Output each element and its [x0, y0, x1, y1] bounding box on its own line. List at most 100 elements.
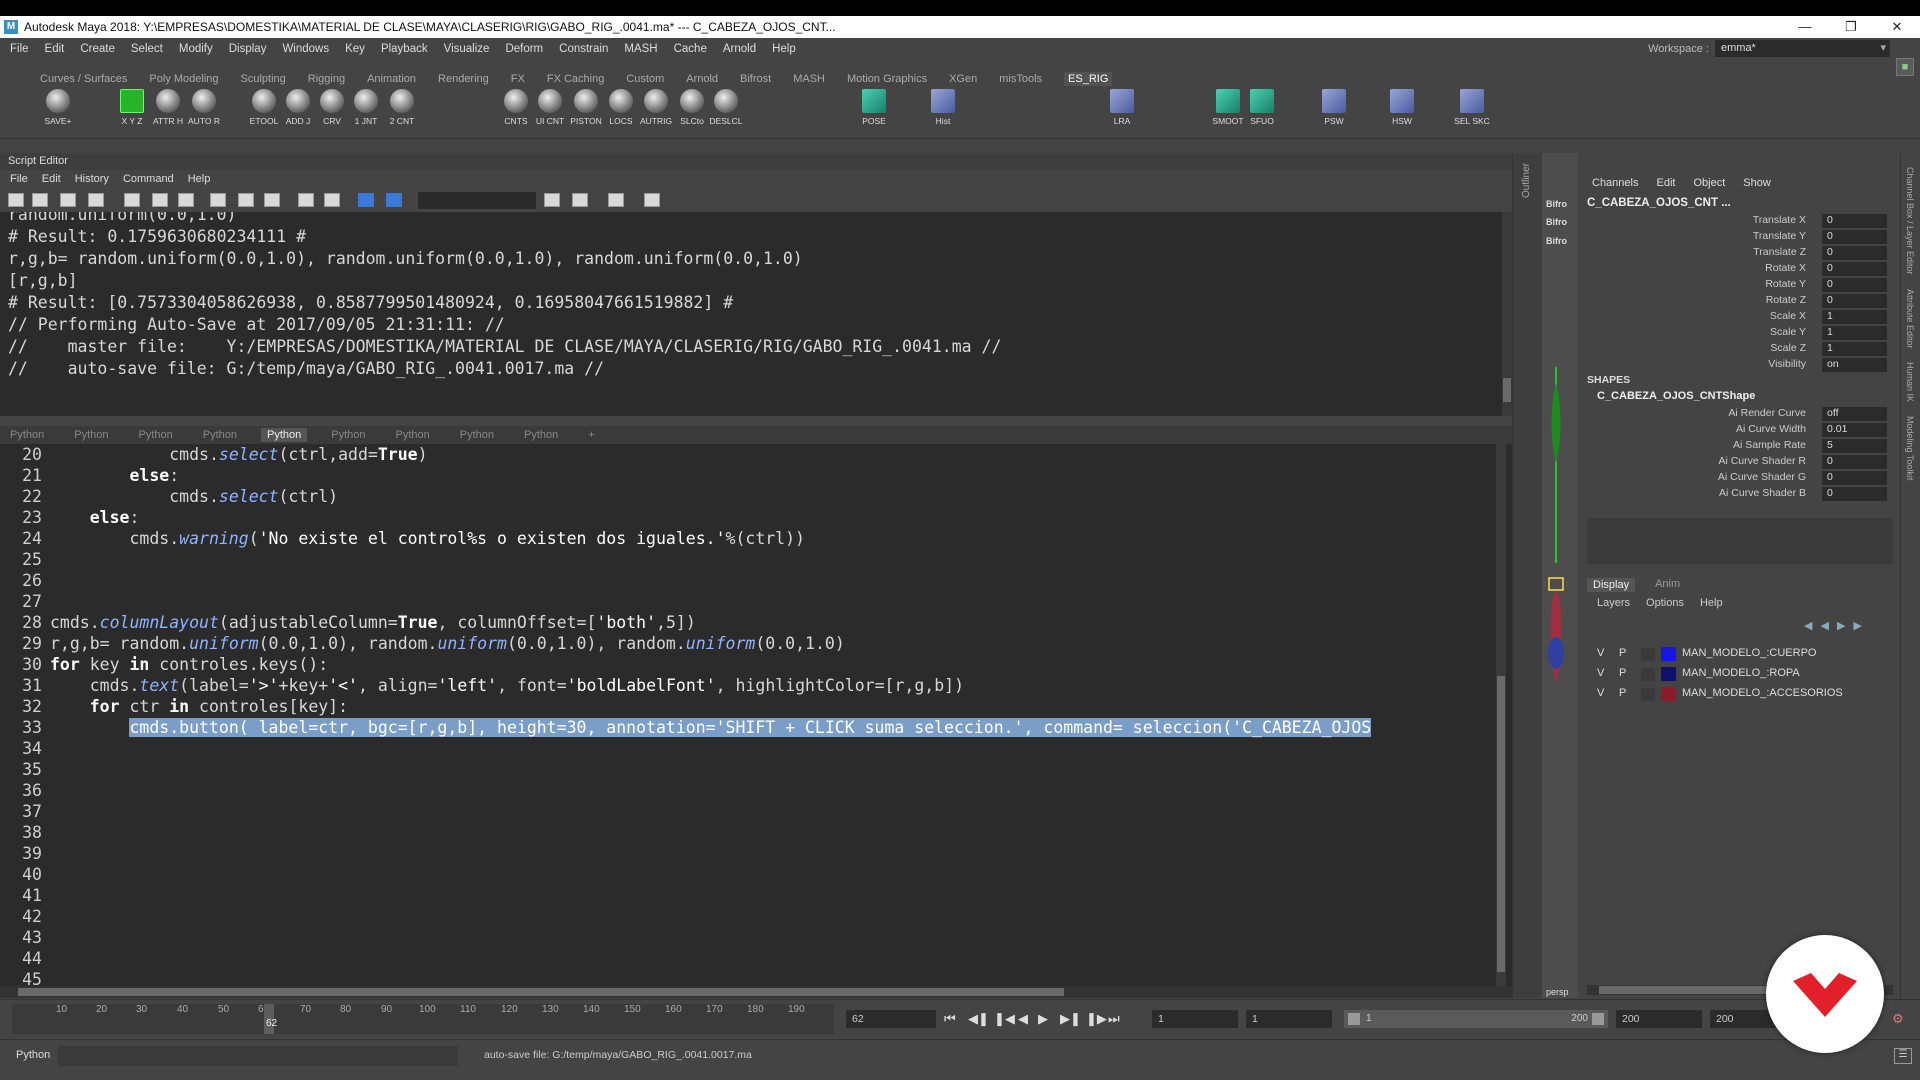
menu-cache[interactable]: Cache [674, 43, 707, 55]
layer-type-box[interactable] [1641, 668, 1655, 681]
se-menu-help[interactable]: Help [188, 173, 211, 185]
editor-hscroll-thumb[interactable] [18, 988, 1064, 996]
menu-help[interactable]: Help [772, 43, 796, 55]
menu-playback[interactable]: Playback [381, 43, 428, 55]
clear-history-icon[interactable] [298, 193, 314, 207]
save-script-icon[interactable] [60, 193, 76, 207]
search-prev-icon[interactable] [572, 193, 588, 207]
layer-visibility[interactable]: V [1597, 687, 1604, 699]
range-slider[interactable]: 1 200 [1344, 1010, 1608, 1028]
attr-value[interactable]: 0 [1822, 294, 1887, 308]
attr-value[interactable]: 0 [1822, 230, 1887, 244]
menu-create[interactable]: Create [80, 43, 115, 55]
modeling-toolkit-tab[interactable]: Modeling Toolkit [1905, 416, 1915, 480]
shelf-tab[interactable]: Sculpting [241, 73, 286, 85]
shelf-tab[interactable]: Rigging [308, 73, 345, 85]
script-editor-icon[interactable]: ☰ [1894, 1048, 1912, 1064]
play-backwards-icon[interactable]: ◀ [1018, 1011, 1028, 1027]
tab-anim[interactable]: Anim [1655, 578, 1680, 592]
open-script-icon[interactable] [8, 193, 24, 207]
help-menu[interactable]: Help [1700, 597, 1723, 609]
se-menu-command[interactable]: Command [123, 173, 174, 185]
se-menu-file[interactable]: File [10, 173, 28, 185]
attr-row[interactable]: Rotate Z 0 [1580, 294, 1900, 310]
attr-value[interactable]: 1 [1822, 310, 1887, 324]
ui-cnt-button[interactable]: UI CNT [534, 89, 566, 126]
tab-display[interactable]: Display [1587, 578, 1636, 592]
shelf-tab[interactable]: FX [511, 73, 525, 85]
auto-r-button[interactable]: AUTO R [188, 89, 220, 126]
lra-button[interactable]: LRA [1106, 89, 1138, 126]
shelf-tab-active[interactable]: ES_RIG [1064, 72, 1113, 86]
step-back-icon[interactable]: ❚◀ [994, 1011, 1015, 1027]
cb-menu-object[interactable]: Object [1693, 177, 1725, 189]
split-view-icon[interactable] [238, 193, 254, 207]
layer-type-box[interactable] [1641, 688, 1655, 701]
layer-row[interactable]: V P MAN_MODELO_:ROPA [1587, 665, 1893, 684]
attr-row[interactable]: Scale Y 1 [1580, 326, 1900, 342]
menu-deform[interactable]: Deform [505, 43, 543, 55]
selected-code[interactable]: cmds.button( label=ctr, bgc=[r,g,b], hei… [129, 718, 1372, 737]
shape-attr-row[interactable]: Ai Curve Shader G 0 [1580, 471, 1900, 487]
current-frame-field[interactable]: 62 [846, 1010, 936, 1028]
attr-row[interactable]: Translate X 0 [1580, 214, 1900, 230]
shelf-tab[interactable]: Curves / Surfaces [40, 73, 127, 85]
move-layer-down-icon[interactable]: ◀ [1820, 619, 1828, 632]
tab-python[interactable]: Python [139, 429, 173, 441]
outliner-label[interactable]: Outliner [1521, 163, 1532, 198]
command-language-label[interactable]: Python [16, 1049, 50, 1061]
script-search-field[interactable] [418, 192, 536, 209]
channel-box-layer-editor-tab[interactable]: Channel Box / Layer Editor [1905, 167, 1915, 275]
shape-attr-row[interactable]: Ai Render Curve off [1580, 407, 1900, 423]
attr-value[interactable]: 0.01 [1822, 423, 1887, 437]
playback-end-field[interactable]: 200 [1616, 1010, 1702, 1028]
menu-arnold[interactable]: Arnold [723, 43, 756, 55]
shelf-tab[interactable]: Animation [367, 73, 416, 85]
execute-all-icon[interactable] [358, 193, 374, 207]
search-next-icon[interactable] [544, 193, 560, 207]
attr-value[interactable]: 0 [1822, 487, 1887, 501]
attr-row[interactable]: Scale Z 1 [1580, 342, 1900, 358]
shelf-tab[interactable]: FX Caching [547, 73, 604, 85]
layer-row[interactable]: V P MAN_MODELO_:CUERPO [1587, 645, 1893, 664]
show-stack-trace-icon[interactable] [178, 193, 194, 207]
attr-h-button[interactable]: ATTR H [152, 89, 184, 126]
layer-playback[interactable]: P [1619, 647, 1626, 659]
shelf-tab[interactable]: misTools [999, 73, 1042, 85]
psw-button[interactable]: PSW [1318, 89, 1350, 126]
execute-icon[interactable] [386, 193, 402, 207]
attr-value[interactable]: 1 [1822, 342, 1887, 356]
pane-splitter[interactable] [0, 416, 1512, 426]
attr-value[interactable]: 0 [1822, 246, 1887, 260]
editor-hscrollbar[interactable] [0, 986, 1512, 998]
tab-python[interactable]: Python [460, 429, 494, 441]
play-forwards-icon[interactable]: ▶ [1038, 1011, 1048, 1027]
tab-list-icon[interactable] [608, 193, 624, 207]
playback-start-field[interactable]: 1 [1246, 1010, 1332, 1028]
layer-visibility[interactable]: V [1597, 647, 1604, 659]
move-layer-up-icon[interactable]: ◀ [1804, 619, 1812, 632]
layers-menu[interactable]: Layers [1597, 597, 1630, 609]
code-lines[interactable]: cmds.select(ctrl,add=True) else: cmds.se… [50, 444, 1494, 738]
command-input[interactable] [58, 1046, 458, 1066]
source-script-icon[interactable] [32, 193, 48, 207]
tab-python[interactable]: Python [74, 429, 108, 441]
attr-value[interactable]: off [1822, 407, 1887, 421]
go-to-start-icon[interactable]: ⏮ [944, 1011, 956, 1027]
shape-node-name[interactable]: C_CABEZA_OJOS_CNTShape [1597, 390, 1755, 402]
attr-value[interactable]: 0 [1822, 455, 1887, 469]
shelf-tab[interactable]: MASH [793, 73, 825, 85]
timeline-ruler[interactable]: 10 20 30 40 50 60 70 80 90 100 110 120 1… [12, 1004, 834, 1034]
pose-button[interactable]: POSE [858, 89, 890, 126]
tab-python[interactable]: Python [203, 429, 237, 441]
tab-python[interactable]: Python [331, 429, 365, 441]
editor-scroll-thumb[interactable] [1497, 676, 1505, 972]
attr-value[interactable]: 0 [1822, 262, 1887, 276]
layer-visibility[interactable]: V [1597, 667, 1604, 679]
menu-select[interactable]: Select [131, 43, 163, 55]
add-tab-button[interactable]: + [588, 429, 594, 441]
attr-row[interactable]: Translate Z 0 [1580, 246, 1900, 262]
shelf-tab[interactable]: XGen [949, 73, 977, 85]
script-input-editor[interactable]: 20 21 22 23 24 25 26 27 28 29 30 31 32 3… [0, 444, 1512, 986]
attr-row[interactable]: Scale X 1 [1580, 310, 1900, 326]
